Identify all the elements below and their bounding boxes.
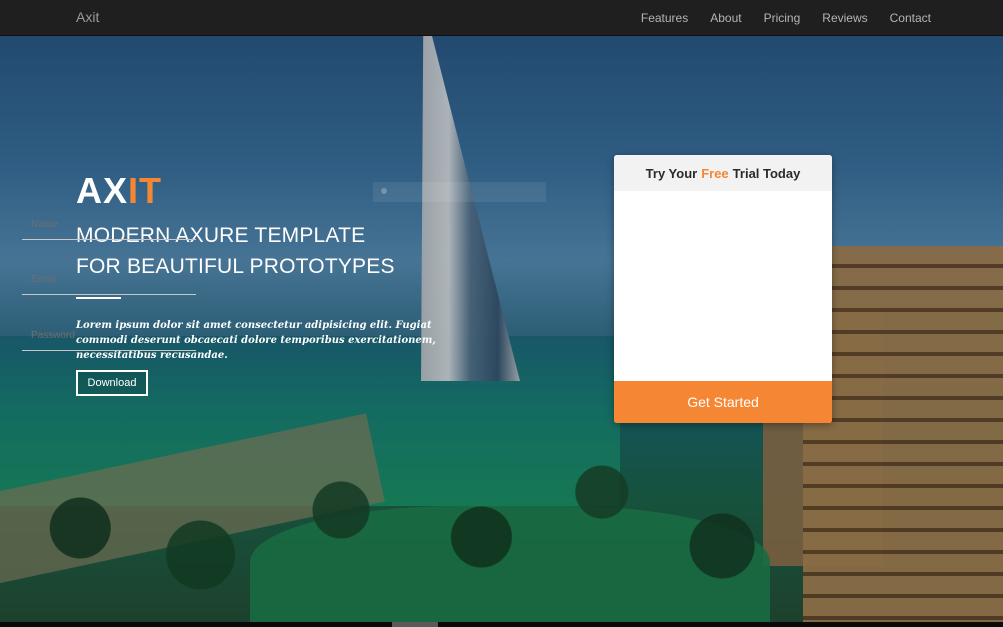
card-title: Try Your Free Trial Today xyxy=(614,155,832,191)
card-title-before: Try Your xyxy=(645,165,698,181)
download-button[interactable]: Download xyxy=(76,370,148,396)
logo-part-ax: AX xyxy=(76,170,129,211)
logo-part-it: IT xyxy=(128,170,163,211)
hero-divider xyxy=(76,297,121,299)
password-field xyxy=(22,321,196,351)
card-title-after: Trial Today xyxy=(732,165,801,181)
hero-logo: AXIT xyxy=(76,170,162,212)
card-title-free: Free xyxy=(701,165,729,181)
nav-item-about[interactable]: About xyxy=(710,11,741,25)
scrollbar-thumb[interactable] xyxy=(392,622,438,627)
email-field xyxy=(22,265,196,295)
horizontal-scrollbar[interactable] xyxy=(0,622,1003,627)
get-started-button[interactable]: Get Started xyxy=(614,381,832,423)
nav-item-features[interactable]: Features xyxy=(641,11,688,25)
name-input[interactable] xyxy=(22,210,196,239)
nav-item-pricing[interactable]: Pricing xyxy=(764,11,801,25)
email-input[interactable] xyxy=(22,265,196,294)
password-input[interactable] xyxy=(22,321,196,350)
faint-search-box xyxy=(373,182,546,202)
nav-item-reviews[interactable]: Reviews xyxy=(822,11,867,25)
nav-item-contact[interactable]: Contact xyxy=(890,11,931,25)
dot-icon xyxy=(381,188,387,194)
nav-menu: Features About Pricing Reviews Contact xyxy=(619,11,931,25)
name-field xyxy=(22,210,196,240)
top-nav: Axit Features About Pricing Reviews Cont… xyxy=(0,0,1003,36)
brand-link[interactable]: Axit xyxy=(76,9,99,25)
